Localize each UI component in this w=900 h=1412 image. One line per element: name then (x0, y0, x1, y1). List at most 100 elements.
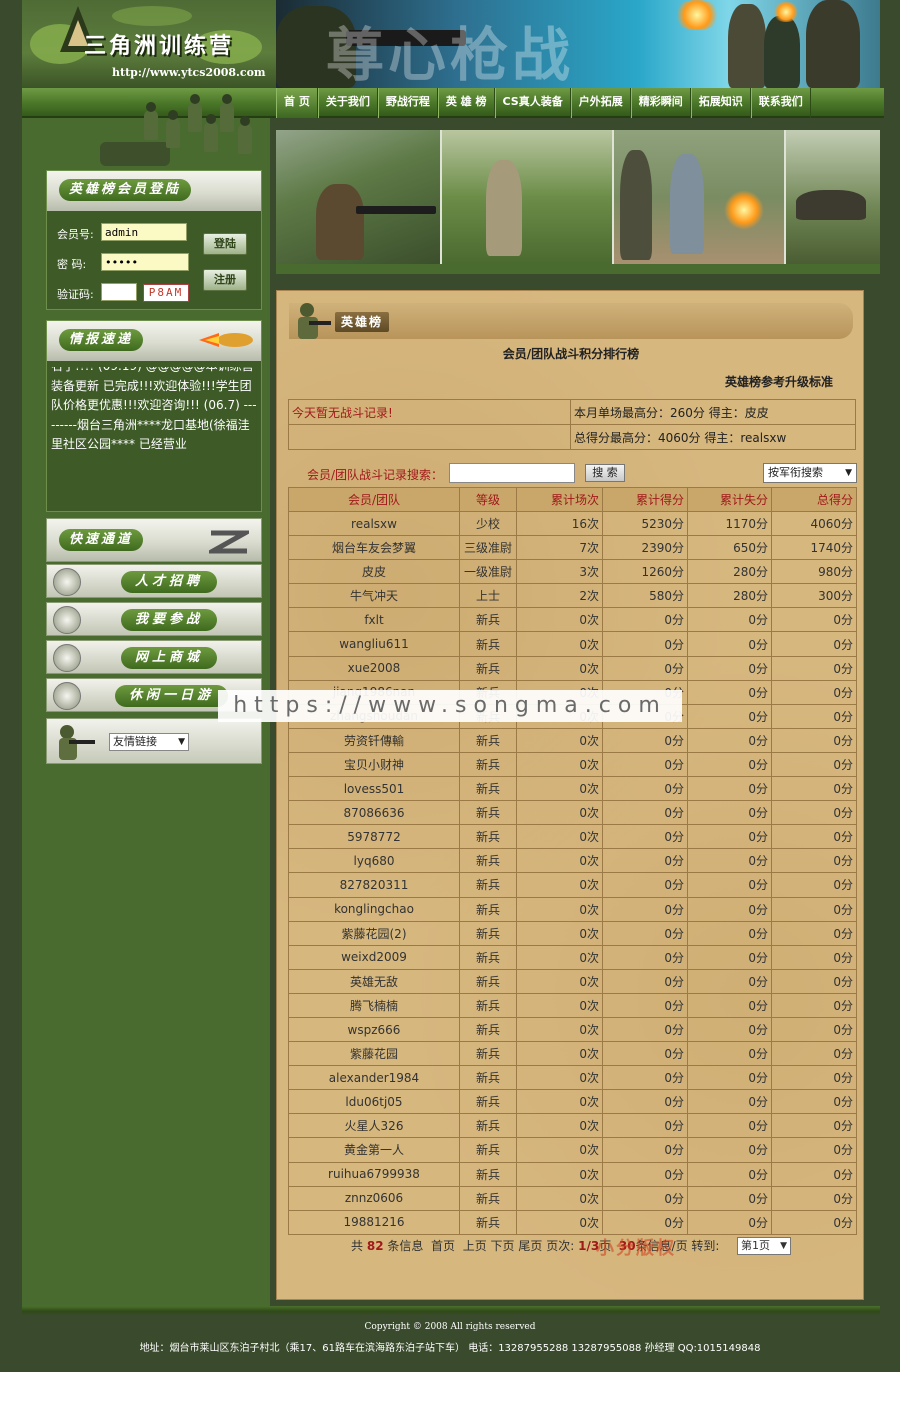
upgrade-standard-link[interactable]: 英雄榜参考升级标准 (725, 373, 833, 390)
soldier-figure (166, 118, 180, 148)
table-row: wangliu611 新兵 0次 0分 0分 0分 (288, 631, 857, 657)
pager-last-link[interactable]: 尾页 (518, 1239, 542, 1253)
cell-total: 0分 (771, 679, 857, 705)
nav-about[interactable]: 关于我们 (317, 88, 378, 118)
empty-cell (288, 424, 571, 450)
cell-score: 0分 (602, 944, 688, 970)
login-panel: 英雄榜会员登陆 会员号: 密 码: 验证码: P8AM 登陆 注册 (46, 170, 262, 310)
captcha-image[interactable]: P8AM (143, 284, 189, 302)
jeep-icon (100, 142, 170, 166)
cell-member[interactable]: 英雄无敌 (288, 968, 460, 994)
cell-member[interactable]: 紫藤花园 (288, 1041, 460, 1067)
soldier-figure (764, 16, 800, 88)
nav-outdoor[interactable]: 户外拓展 (570, 88, 631, 118)
captcha-label: 验证码: (57, 288, 94, 301)
nav-moments[interactable]: 精彩瞬间 (630, 88, 691, 118)
captcha-input[interactable] (101, 283, 137, 301)
cell-score: 0分 (602, 607, 688, 633)
cell-member[interactable]: lyq680 (288, 848, 460, 874)
cell-total: 0分 (771, 968, 857, 994)
watermark: https://www.songma.com (218, 690, 682, 722)
cell-member[interactable]: 腾飞楠楠 (288, 992, 460, 1018)
cell-lost: 0分 (687, 1016, 772, 1043)
cell-member[interactable]: 黄金第一人 (288, 1137, 460, 1163)
member-input[interactable] (101, 223, 187, 241)
cell-member[interactable]: realsxw (288, 510, 460, 537)
search-row: 会员/团队战斗记录搜索： 搜 索 按军衔搜索 ▼ (307, 463, 857, 485)
main-content: 英雄榜 会员/团队战斗积分排行榜 英雄榜参考升级标准 今天暂无战斗记录! 本月单… (276, 290, 864, 1300)
pager-next-link[interactable]: 下页 (491, 1239, 515, 1253)
nav-contact[interactable]: 联系我们 (750, 88, 811, 118)
cell-member[interactable]: 宝贝小财神 (288, 751, 460, 778)
cell-member[interactable]: 皮皮 (288, 559, 460, 585)
password-input[interactable] (101, 253, 189, 271)
cell-rank: 新兵 (459, 1185, 517, 1211)
cell-member[interactable]: xue2008 (288, 655, 460, 681)
cell-member[interactable]: alexander1984 (288, 1065, 460, 1091)
cell-member[interactable]: 19881216 (288, 1209, 460, 1235)
pager-total: 82 (366, 1239, 384, 1253)
soldier-icon (53, 606, 81, 634)
page-select[interactable]: 第1页 ▼ (737, 1237, 791, 1255)
friend-links-panel: 友情链接 ▼ (46, 718, 262, 764)
quick-jobs-button[interactable]: 人才招聘 (46, 564, 262, 598)
cell-member[interactable]: wspz666 (288, 1016, 460, 1043)
cell-member[interactable]: ruihua6799938 (288, 1161, 460, 1187)
banner: 尊心枪战 (276, 0, 880, 88)
cell-member[interactable]: znnz0606 (288, 1185, 460, 1211)
cell-member[interactable]: lovess501 (288, 776, 460, 802)
cell-total: 980分 (771, 559, 857, 585)
cell-rank: 新兵 (459, 872, 517, 898)
cell-member[interactable]: 火星人326 (288, 1113, 460, 1139)
quick-shop-button[interactable]: 网上商城 (46, 640, 262, 674)
nav-cs-gear[interactable]: CS真人装备 (494, 88, 571, 118)
cell-score: 0分 (602, 1113, 688, 1139)
cell-member[interactable]: weixd2009 (288, 944, 460, 970)
nav-field-trip[interactable]: 野战行程 (377, 88, 438, 118)
table-row: fxlt 新兵 0次 0分 0分 0分 (288, 607, 857, 633)
cell-rank: 新兵 (459, 824, 517, 850)
rank-filter-select[interactable]: 按军衔搜索 ▼ (763, 463, 857, 483)
cell-score: 0分 (602, 968, 688, 994)
login-button[interactable]: 登陆 (203, 233, 247, 255)
pager-prev-link[interactable]: 上页 (463, 1239, 487, 1253)
cell-rank: 一级准尉 (459, 559, 517, 585)
footer-address: 地址：烟台市莱山区东泊子村北（乘17、61路车在滨海路东泊子站下车） 电话：13… (139, 1343, 761, 1354)
search-input[interactable] (449, 463, 575, 483)
cell-member[interactable]: fxlt (288, 607, 460, 633)
chevron-down-icon: ▼ (178, 737, 185, 747)
register-button[interactable]: 注册 (203, 269, 247, 291)
nav-knowledge[interactable]: 拓展知识 (690, 88, 751, 118)
quick-join-battle-button[interactable]: 我要参战 (46, 602, 262, 636)
news-marquee[interactable]: 名了!!!! (09.19) @@@@@本训练营装备更新 已完成!!!欢迎体验!… (51, 367, 257, 507)
logo[interactable]: 三角洲训练营 http://www.ytcs2008.com (22, 0, 276, 88)
cell-member[interactable]: 827820311 (288, 872, 460, 898)
cell-member[interactable]: 劳资钎傳輸 (288, 727, 460, 753)
pager-first-link[interactable]: 首页 (431, 1239, 455, 1253)
soldier-figure (188, 102, 202, 132)
soldier-figure (806, 0, 860, 88)
cell-member[interactable]: 5978772 (288, 824, 460, 850)
cell-rank: 新兵 (459, 1041, 517, 1067)
cell-member[interactable]: 烟台车友会梦翼 (288, 535, 460, 561)
page-select-label: 第1页 (741, 1239, 770, 1252)
cell-lost: 0分 (687, 655, 772, 681)
cell-member[interactable]: konglingchao (288, 896, 460, 922)
table-row: 5978772 新兵 0次 0分 0分 0分 (288, 824, 857, 850)
cell-member[interactable]: ldu06tj05 (288, 1089, 460, 1115)
nav-hero-board[interactable]: 英 雄 榜 (437, 88, 495, 118)
cell-member[interactable]: 牛气冲天 (288, 583, 460, 609)
cell-member[interactable]: 87086636 (288, 800, 460, 826)
friend-links-select[interactable]: 友情链接 ▼ (109, 733, 189, 751)
table-row: 紫藤花园(2) 新兵 0次 0分 0分 0分 (288, 920, 857, 946)
cell-member[interactable]: wangliu611 (288, 631, 460, 657)
login-heading: 英雄榜会员登陆 (59, 179, 192, 201)
cell-member[interactable]: 紫藤花园(2) (288, 920, 460, 946)
cell-rank: 新兵 (459, 848, 517, 874)
nav-home[interactable]: 首 页 (276, 88, 318, 118)
cell-lost: 0分 (687, 751, 772, 778)
cell-battles: 0次 (516, 944, 603, 970)
search-button[interactable]: 搜 索 (585, 464, 625, 482)
cell-total: 0分 (771, 824, 857, 850)
table-row: xue2008 新兵 0次 0分 0分 0分 (288, 655, 857, 681)
